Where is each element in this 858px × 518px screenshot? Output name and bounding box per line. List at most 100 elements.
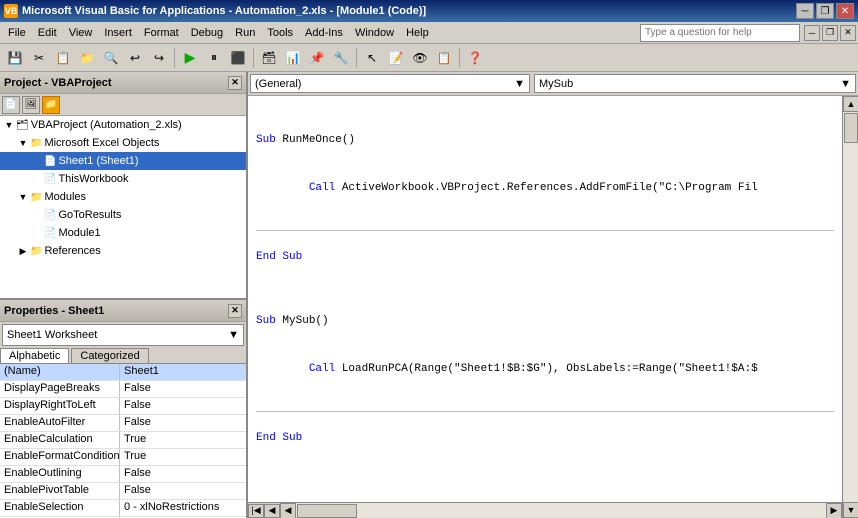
menu-tools[interactable]: Tools [261, 23, 299, 43]
close-button[interactable]: ✕ [836, 3, 854, 19]
menu-format[interactable]: Format [138, 23, 185, 43]
props-dropdown[interactable]: Sheet1 Worksheet ▼ [2, 324, 244, 346]
label-references: References [44, 245, 100, 257]
help-close-btn[interactable]: ✕ [840, 25, 856, 41]
vscroll-down[interactable]: ▼ [843, 502, 858, 518]
props-val-enablepivottable: False [120, 483, 246, 499]
hscroll-right[interactable]: ▶ [826, 503, 842, 518]
dropdown-right-arrow: ▼ [840, 78, 851, 90]
toolbar-pause[interactable]: ⏸ [203, 47, 225, 69]
menu-view[interactable]: View [63, 23, 99, 43]
props-dropdown-value: Sheet1 Worksheet [7, 329, 97, 341]
help-controls: ─ ❐ ✕ [804, 25, 856, 41]
tree-references[interactable]: ▶ 📁 References [0, 242, 246, 260]
code-dropdown-left[interactable]: (General) ▼ [250, 74, 530, 93]
menu-debug[interactable]: Debug [185, 23, 229, 43]
project-panel-close[interactable]: ✕ [228, 76, 242, 90]
props-tabs: Alphabetic Categorized [0, 348, 246, 364]
help-min-btn[interactable]: ─ [804, 25, 820, 41]
props-row-enableautofilter: EnableAutoFilter False [0, 415, 246, 432]
properties-panel-header: Properties - Sheet1 ✕ [0, 300, 246, 322]
code-editor[interactable]: Sub RunMeOnce() Call ActiveWorkbook.VBPr… [248, 96, 842, 502]
toolbar-cut[interactable]: ✂ [28, 47, 50, 69]
help-restore-btn[interactable]: ❐ [822, 25, 838, 41]
props-val-enableformatconditions: True [120, 449, 246, 465]
project-panel-controls: ✕ [228, 76, 242, 90]
menu-help[interactable]: Help [400, 23, 435, 43]
toolbar-copy[interactable]: 📋 [52, 47, 74, 69]
props-dropdown-arrow: ▼ [228, 329, 239, 341]
hscroll-track[interactable] [296, 503, 826, 518]
properties-panel-close[interactable]: ✕ [228, 304, 242, 318]
expand-references: ▶ [18, 246, 28, 257]
toolbar-stop[interactable]: ⬛ [227, 47, 249, 69]
toolbar-undo[interactable]: ↩ [124, 47, 146, 69]
toolbar-ref[interactable]: 📌 [306, 47, 328, 69]
restore-button[interactable]: ❐ [816, 3, 834, 19]
menu-file[interactable]: File [2, 23, 32, 43]
menu-run[interactable]: Run [229, 23, 261, 43]
nav-prev[interactable]: ◀ [264, 504, 280, 518]
vscrollbar[interactable]: ▲ ▼ [842, 96, 858, 518]
project-tree[interactable]: ▼ 🗂 VBAProject (Automation_2.xls) ▼ 📁 Mi… [0, 116, 246, 298]
menu-insert[interactable]: Insert [98, 23, 138, 43]
props-val-enableoutlining: False [120, 466, 246, 482]
tab-alphabetic[interactable]: Alphabetic [0, 348, 69, 363]
props-row-displaypagebreaks: DisplayPageBreaks False [0, 381, 246, 398]
toolbar-cursor[interactable]: ↖ [361, 47, 383, 69]
vscroll-up[interactable]: ▲ [843, 96, 858, 112]
props-val-enableselection: 0 - xlNoRestrictions [120, 500, 246, 516]
main-layout: Project - VBAProject ✕ 📄 🖼 📁 ▼ 🗂 VBAProj… [0, 72, 858, 518]
project-panel-header: Project - VBAProject ✕ [0, 72, 246, 94]
vscroll-track[interactable] [843, 112, 858, 502]
hscroll-left[interactable]: ◀ [280, 503, 296, 518]
tree-module1[interactable]: 📄 Module1 [0, 224, 246, 242]
code-dropdown-right[interactable]: MySub ▼ [534, 74, 856, 93]
menu-addins[interactable]: Add-Ins [299, 23, 349, 43]
toolbar-find[interactable]: 🔍 [100, 47, 122, 69]
toolbar-watch[interactable]: 👁 [409, 47, 431, 69]
tree-gotoresults[interactable]: 📄 GoToResults [0, 206, 246, 224]
toolbar-help[interactable]: ❓ [464, 47, 486, 69]
hscrollbar[interactable]: |◀ ◀ ◀ ▶ [248, 502, 842, 518]
vscroll-thumb[interactable] [844, 113, 858, 143]
menu-edit[interactable]: Edit [32, 23, 63, 43]
icon-vbaproject: 🗂 [16, 120, 29, 131]
proj-toggle-folders[interactable]: 📁 [42, 96, 60, 114]
tree-vbaproject[interactable]: ▼ 🗂 VBAProject (Automation_2.xls) [0, 116, 246, 134]
hscroll-thumb[interactable] [297, 504, 357, 518]
tree-modules[interactable]: ▼ 📁 Modules [0, 188, 246, 206]
toolbar-redo[interactable]: ↪ [148, 47, 170, 69]
toolbar-save[interactable]: 💾 [4, 47, 26, 69]
label-vbaproject: VBAProject (Automation_2.xls) [31, 119, 182, 131]
tree-thisworkbook[interactable]: 📄 ThisWorkbook [0, 170, 246, 188]
help-input[interactable] [640, 24, 800, 42]
proj-view-code[interactable]: 📄 [2, 96, 20, 114]
toolbar-locals[interactable]: 📝 [385, 47, 407, 69]
toolbar-props[interactable]: 🔧 [330, 47, 352, 69]
props-row-enableselection: EnableSelection 0 - xlNoRestrictions [0, 500, 246, 517]
tree-sheet1[interactable]: 📄 Sheet1 (Sheet1) [0, 152, 246, 170]
code-separator1 [256, 230, 834, 231]
tree-excel-objects[interactable]: ▼ 📁 Microsoft Excel Objects [0, 134, 246, 152]
code-line-3: End Sub [256, 249, 834, 265]
menu-window[interactable]: Window [349, 23, 400, 43]
tab-categorized[interactable]: Categorized [71, 348, 148, 363]
props-grid: (Name) Sheet1 DisplayPageBreaks False Di… [0, 364, 246, 518]
props-val-enablecalculation: True [120, 432, 246, 448]
minimize-button[interactable]: ─ [796, 3, 814, 19]
toolbar-run[interactable]: ▶ [179, 47, 201, 69]
toolbar-paste[interactable]: 📁 [76, 47, 98, 69]
expand-excel-objects: ▼ [18, 138, 28, 148]
proj-view-object[interactable]: 🖼 [22, 96, 40, 114]
project-toolbar: 📄 🖼 📁 [0, 94, 246, 116]
label-modules: Modules [44, 191, 86, 203]
toolbar-sep2 [253, 48, 254, 68]
label-gotoresults: GoToResults [58, 209, 121, 221]
toolbar-obj[interactable]: 📊 [282, 47, 304, 69]
nav-first[interactable]: |◀ [248, 504, 264, 518]
toolbar-call[interactable]: 📋 [433, 47, 455, 69]
icon-gotoresults: 📄 [44, 210, 56, 221]
expand-gotoresults [32, 210, 42, 220]
toolbar-vba-icon[interactable]: 🗃 [258, 47, 280, 69]
